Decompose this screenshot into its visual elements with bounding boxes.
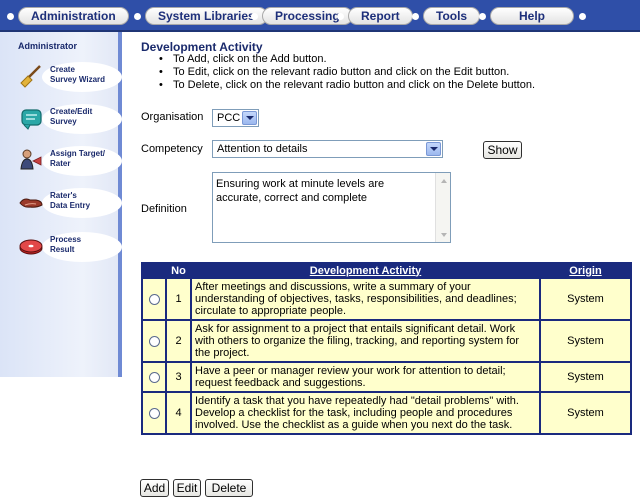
- row-radio[interactable]: [148, 371, 160, 383]
- sidebar-item-label: Rater's Data Entry: [50, 191, 91, 210]
- definition-textarea[interactable]: Ensuring work at minute levels are accur…: [212, 172, 451, 243]
- bullet-icon: [479, 12, 486, 20]
- competency-label: Competency: [141, 143, 203, 155]
- table-row: 1 After meetings and discussions, write …: [143, 279, 630, 319]
- header-select: [143, 264, 165, 277]
- bullet-icon: [579, 12, 587, 20]
- chevron-down-icon: [242, 111, 257, 125]
- person-icon: [20, 149, 42, 170]
- header-no: No: [167, 264, 190, 277]
- row-origin: System: [541, 279, 630, 319]
- definition-scrollbar[interactable]: [435, 173, 450, 242]
- tab-tools[interactable]: Tools: [412, 7, 481, 25]
- top-menu-bar: Administration System Libraries Processi…: [0, 0, 640, 32]
- bullet-icon: [412, 12, 419, 20]
- add-button[interactable]: Add: [140, 479, 169, 497]
- table-row: 2 Ask for assignment to a project that e…: [143, 321, 630, 361]
- header-development-activity[interactable]: Development Activity: [192, 264, 539, 277]
- broom-icon: [20, 65, 41, 88]
- sidebar-item-label: Process Result: [50, 235, 82, 254]
- row-activity: Have a peer or manager review your work …: [192, 363, 539, 391]
- show-button[interactable]: Show: [483, 141, 522, 159]
- row-no: 4: [167, 393, 190, 433]
- definition-text: Ensuring work at minute levels are accur…: [216, 178, 385, 204]
- row-radio[interactable]: [148, 407, 160, 419]
- tab-label: Tools: [423, 7, 481, 25]
- sidebar-item-process-result[interactable]: Process Result: [14, 230, 122, 264]
- tab-label: Help: [490, 7, 575, 25]
- table-row: 3 Have a peer or manager review your wor…: [143, 363, 630, 391]
- table-row: 4 Identify a task that you have repeated…: [143, 393, 630, 433]
- row-activity: After meetings and discussions, write a …: [192, 279, 539, 319]
- development-activity-table: No Development Activity Origin 1 After m…: [141, 262, 632, 435]
- tab-label: Report: [348, 7, 413, 25]
- sidebar-item-create-survey-wizard[interactable]: Create Survey Wizard: [14, 60, 122, 94]
- tab-label: System Libraries: [145, 7, 268, 25]
- organisation-label: Organisation: [141, 111, 204, 123]
- tab-administration[interactable]: Administration: [7, 7, 129, 25]
- scroll-up-icon[interactable]: [438, 175, 449, 186]
- tab-help[interactable]: Help: [479, 7, 587, 25]
- row-radio[interactable]: [148, 293, 160, 305]
- row-select-cell: [143, 363, 165, 391]
- row-select-cell: [143, 279, 165, 319]
- sidebar: Administrator Create Survey Wizard Creat…: [0, 32, 122, 377]
- competency-value: Attention to details: [217, 143, 308, 155]
- sidebar-title: Administrator: [18, 41, 78, 51]
- delete-button[interactable]: Delete: [205, 479, 253, 497]
- row-no: 2: [167, 321, 190, 361]
- row-no: 3: [167, 363, 190, 391]
- row-select-cell: [143, 393, 165, 433]
- tab-report[interactable]: Report: [337, 7, 413, 25]
- page-title: Development Activity: [141, 40, 263, 54]
- competency-select[interactable]: Attention to details: [212, 140, 443, 158]
- table-header-row: No Development Activity Origin: [143, 264, 630, 277]
- bullet-icon: [134, 12, 141, 20]
- hands-icon: [19, 198, 43, 208]
- sidebar-item-raters-data-entry[interactable]: Rater's Data Entry: [14, 186, 122, 220]
- chevron-down-icon: [426, 142, 441, 156]
- scroll-down-icon[interactable]: [438, 229, 449, 240]
- bullet-icon: [337, 12, 344, 20]
- sidebar-item-label: Assign Target/ Rater: [50, 149, 105, 168]
- sidebar-item-label: Create/Edit Survey: [50, 107, 93, 126]
- edit-button[interactable]: Edit: [173, 479, 201, 497]
- bullet-icon: [251, 12, 258, 20]
- row-origin: System: [541, 393, 630, 433]
- sidebar-item-assign-target-rater[interactable]: Assign Target/ Rater: [14, 144, 122, 178]
- instruction-item: To Edit, click on the relevant radio but…: [159, 66, 535, 79]
- sidebar-item-create-edit-survey[interactable]: Create/Edit Survey: [14, 102, 122, 136]
- row-no: 1: [167, 279, 190, 319]
- organisation-select[interactable]: PCC: [212, 109, 259, 127]
- row-select-cell: [143, 321, 165, 361]
- bullet-icon: [7, 12, 14, 20]
- row-origin: System: [541, 321, 630, 361]
- sidebar-item-label: Create Survey Wizard: [50, 65, 106, 84]
- row-activity: Identify a task that you have repeatedly…: [192, 393, 539, 433]
- organisation-value: PCC: [217, 112, 241, 124]
- instruction-item: To Add, click on the Add button.: [159, 53, 535, 66]
- row-activity: Ask for assignment to a project that ent…: [192, 321, 539, 361]
- instruction-item: To Delete, click on the relevant radio b…: [159, 79, 535, 92]
- definition-label: Definition: [141, 203, 187, 215]
- tab-system-libraries[interactable]: System Libraries: [134, 7, 268, 25]
- clipboard-icon: [21, 109, 42, 130]
- row-radio[interactable]: [148, 335, 160, 347]
- tab-label: Administration: [18, 7, 129, 25]
- row-origin: System: [541, 363, 630, 391]
- cd-icon: [19, 239, 43, 255]
- instructions-list: To Add, click on the Add button. To Edit…: [159, 53, 535, 92]
- header-origin[interactable]: Origin: [541, 264, 630, 277]
